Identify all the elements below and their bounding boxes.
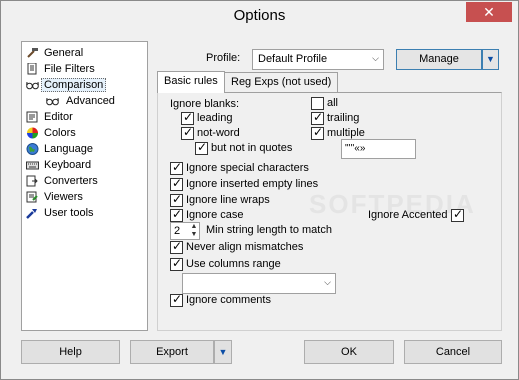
min-string-length-label: Min string length to match [206,224,332,236]
nav-item-keyboard[interactable]: Keyboard [22,157,147,173]
chevron-down-icon: ⌵ [324,277,331,287]
chevron-down-icon: ⌵ [372,53,379,63]
ignore-line-wraps-checkbox[interactable] [170,192,183,207]
color-wheel-icon [27,127,38,139]
nav-item-converters[interactable]: Converters [22,173,147,189]
help-button[interactable]: Help [21,340,120,364]
leading-checkbox[interactable] [181,110,194,125]
ignore-accented-label: Ignore Accented [368,209,448,221]
trailing-label: trailing [327,112,360,124]
all-checkbox[interactable] [311,97,324,110]
glasses-icon [26,81,39,90]
spin-up-icon[interactable]: ▲ [189,223,199,231]
profile-select[interactable]: Default Profile ⌵ [252,49,384,70]
nav-item-language[interactable]: Language [22,141,147,157]
ignore-inserted-empty-lines-checkbox[interactable] [170,176,183,191]
multiple-checkbox[interactable] [311,125,324,140]
ignore-line-wraps-label: Ignore line wraps [186,194,270,206]
ignore-accented-checkbox[interactable] [451,207,464,222]
min-string-length-value: 2 [174,225,181,237]
not-word-label: not-word [197,127,240,139]
profile-label: Profile: [206,52,241,64]
cancel-button[interactable]: Cancel [404,340,502,364]
use-columns-range-checkbox[interactable] [170,256,183,271]
wrench-icon [26,209,37,219]
tab-reg-exps[interactable]: Reg Exps (not used) [224,72,339,92]
title-bar: Options ✕ [1,1,518,31]
window-title: Options [233,7,286,24]
never-align-mismatches-label: Never align mismatches [186,241,304,253]
tab-basic-rules[interactable]: Basic rules [157,71,225,93]
converter-icon [26,175,38,187]
ignore-comments-checkbox[interactable] [170,292,183,307]
ignore-comments-label: Ignore comments [186,294,271,306]
ignore-special-characters-label: Ignore special characters [186,162,309,174]
manage-button[interactable]: Manage [396,49,482,70]
profile-value: Default Profile [258,53,328,65]
nav-item-viewers[interactable]: Viewers [22,189,147,205]
ignore-case-label: Ignore case [186,209,244,221]
but-not-in-quotes-checkbox[interactable] [195,140,208,155]
nav-item-general[interactable]: General [22,45,147,61]
manage-dropdown-arrow-icon[interactable]: ▼ [482,49,499,70]
category-list[interactable]: General File Filters Comparison Advanced… [21,41,148,331]
ok-button[interactable]: OK [304,340,394,364]
spin-buttons[interactable]: ▲ ▼ [189,223,199,239]
all-label: all [327,97,339,109]
nav-item-user-tools[interactable]: User tools [22,205,147,221]
nav-item-file-filters[interactable]: File Filters [22,61,147,77]
ignore-special-characters-checkbox[interactable] [170,160,183,175]
keyboard-icon [26,161,39,170]
quote-characters-field[interactable]: "'''«» [341,139,416,159]
export-dropdown-arrow-icon[interactable]: ▼ [214,340,232,364]
nav-item-advanced[interactable]: Advanced [22,93,147,109]
but-not-in-quotes-label: but not in quotes [211,142,293,154]
globe-icon [26,143,39,155]
hammer-icon [27,48,38,58]
never-align-mismatches-checkbox[interactable] [170,239,183,254]
spin-down-icon[interactable]: ▼ [189,231,199,239]
ignore-inserted-empty-lines-label: Ignore inserted empty lines [186,178,319,190]
export-button[interactable]: Export [130,340,214,364]
editor-icon [26,111,38,123]
nav-item-comparison[interactable]: Comparison [22,77,147,93]
nav-item-colors[interactable]: Colors [22,125,147,141]
multiple-label: multiple [327,127,365,139]
glasses-icon [46,97,59,106]
options-dialog: Options ✕ General File Filters Compariso… [0,0,519,380]
viewer-icon [26,191,38,203]
leading-label: leading [197,112,233,124]
close-button[interactable]: ✕ [466,2,512,22]
nav-item-editor[interactable]: Editor [22,109,147,125]
file-filter-icon [27,63,37,75]
use-columns-range-label: Use columns range [186,258,281,270]
dialog-client: General File Filters Comparison Advanced… [9,31,510,373]
ignore-blanks-label: Ignore blanks: [170,98,240,110]
not-word-checkbox[interactable] [181,125,194,140]
ignore-case-checkbox[interactable] [170,207,183,222]
columns-range-select[interactable]: ⌵ [182,273,336,294]
trailing-checkbox[interactable] [311,110,324,125]
